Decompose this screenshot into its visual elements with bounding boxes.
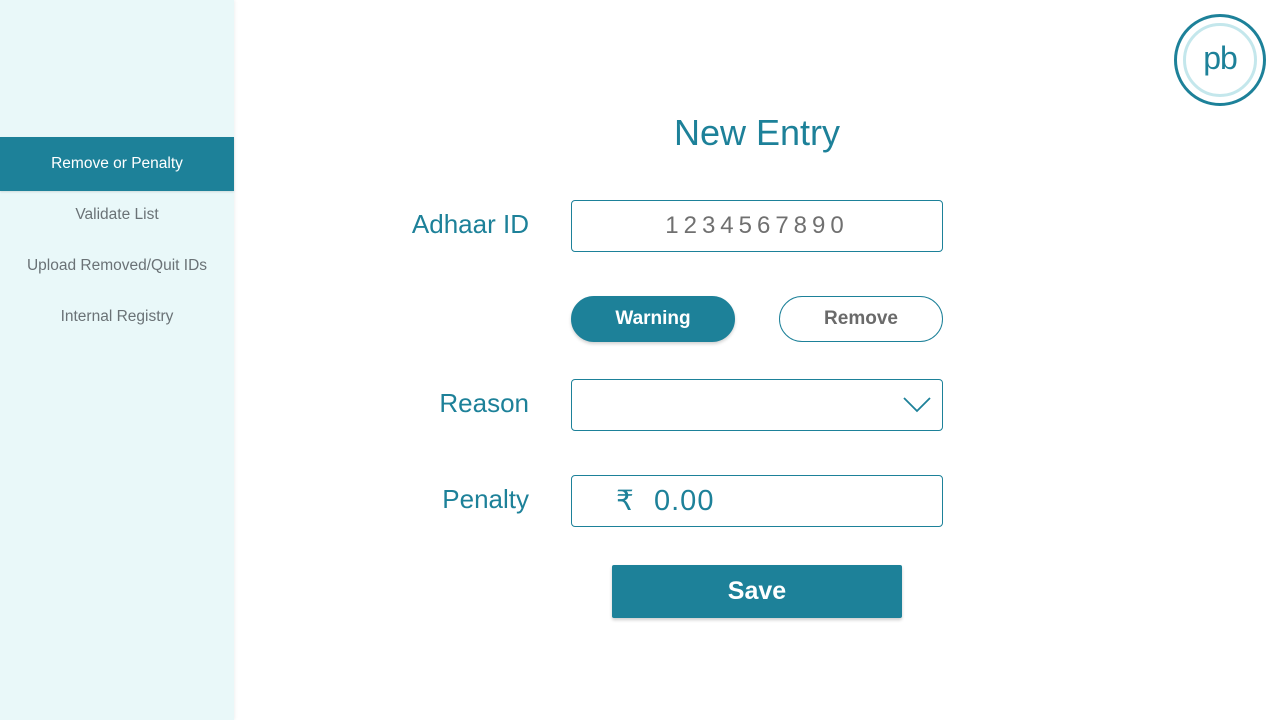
- adhaar-id-input[interactable]: 1234567890: [571, 200, 943, 252]
- logo-text: pb: [1183, 23, 1257, 97]
- sidebar-item-remove-or-penalty[interactable]: Remove or Penalty: [0, 137, 234, 191]
- chevron-down-icon[interactable]: [902, 394, 932, 414]
- penalty-label: Penalty: [442, 484, 529, 514]
- reason-label: Reason: [439, 388, 529, 418]
- adhaar-id-label: Adhaar ID: [411, 209, 529, 239]
- remove-button[interactable]: Remove: [779, 296, 943, 342]
- save-button[interactable]: Save: [612, 565, 902, 618]
- warning-button[interactable]: Warning: [571, 296, 735, 342]
- sidebar-item-internal-registry[interactable]: Internal Registry: [0, 291, 234, 343]
- rupee-icon: ₹: [616, 484, 634, 517]
- sidebar-item-validate-list[interactable]: Validate List: [0, 189, 234, 241]
- reason-select[interactable]: [571, 379, 943, 431]
- page-title: New Entry: [673, 112, 841, 153]
- penalty-input[interactable]: ₹ 0.00: [571, 475, 943, 527]
- penalty-value: 0.00: [654, 485, 715, 517]
- app-root: Remove or Penalty Validate List Upload R…: [0, 0, 1280, 720]
- pb-logo-icon: pb: [1174, 14, 1266, 106]
- sidebar: Remove or Penalty Validate List Upload R…: [0, 0, 234, 720]
- adhaar-id-value: 1234567890: [665, 212, 849, 239]
- sidebar-item-upload-removed-quit-ids[interactable]: Upload Removed/Quit IDs: [0, 240, 234, 292]
